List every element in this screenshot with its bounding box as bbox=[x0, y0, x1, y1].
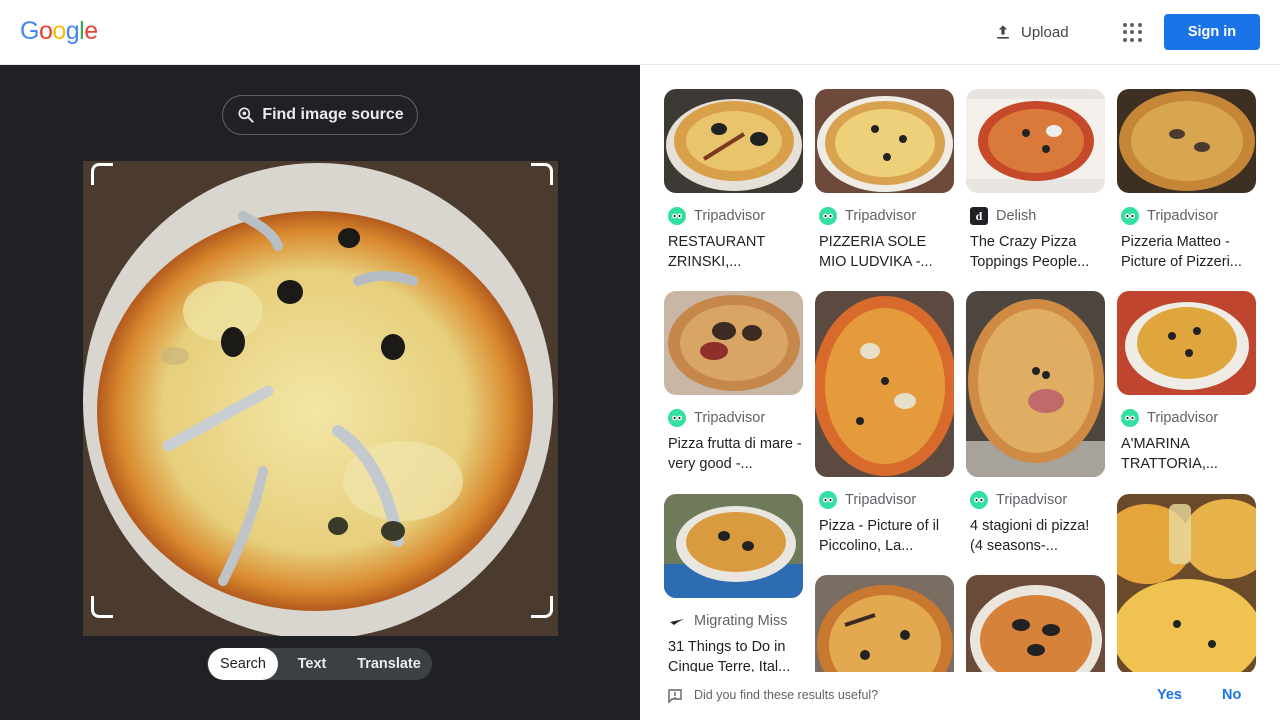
google-logo[interactable]: Google bbox=[20, 17, 98, 46]
result-source[interactable]: Migrating Miss bbox=[664, 612, 803, 630]
tripadvisor-icon bbox=[668, 207, 686, 225]
result-title[interactable]: Pizza frutta di mare - very good -... bbox=[664, 434, 803, 474]
query-image[interactable] bbox=[83, 161, 558, 636]
pizza-photo bbox=[83, 161, 558, 636]
result-source[interactable]: Tripadvisor bbox=[815, 491, 954, 509]
result-thumbnail[interactable] bbox=[815, 291, 954, 477]
result-source[interactable]: Tripadvisor bbox=[1117, 409, 1256, 427]
result-source-name: Tripadvisor bbox=[996, 492, 1068, 508]
result-thumbnail[interactable] bbox=[664, 291, 803, 395]
tripadvisor-icon bbox=[970, 491, 988, 509]
result-thumbnail[interactable] bbox=[966, 291, 1105, 477]
sign-in-button[interactable]: Sign in bbox=[1164, 14, 1260, 50]
feedback-icon bbox=[668, 689, 682, 704]
result-source[interactable]: Tripadvisor bbox=[815, 207, 954, 225]
result-card[interactable]: Tripadvisor A'MARINA TRATTORIA,... bbox=[1117, 291, 1256, 474]
result-source-name: Migrating Miss bbox=[694, 613, 788, 629]
find-image-source-label: Find image source bbox=[262, 106, 404, 123]
result-title[interactable]: Pizzeria Matteo - Picture of Pizzeri... bbox=[1117, 232, 1256, 272]
result-source-name: Delish bbox=[996, 208, 1037, 224]
result-card[interactable]: Tripadvisor PIZZERIA SOLE MIO LUDVIKA -.… bbox=[815, 89, 954, 272]
feedback-question: Did you find these results useful? bbox=[694, 688, 879, 702]
find-image-source-button[interactable]: Find image source bbox=[222, 95, 418, 135]
result-title[interactable]: Pizza - Picture of il Piccolino, La... bbox=[815, 516, 954, 556]
result-source[interactable]: Tripadvisor bbox=[664, 207, 803, 225]
result-card[interactable]: d Delish The Crazy Pizza Toppings People… bbox=[966, 89, 1105, 272]
result-thumbnail[interactable] bbox=[966, 575, 1105, 685]
logo-letter: o bbox=[52, 17, 66, 45]
result-source-name: Tripadvisor bbox=[694, 208, 766, 224]
result-source[interactable]: Tripadvisor bbox=[966, 491, 1105, 509]
result-source[interactable]: Tripadvisor bbox=[664, 409, 803, 427]
logo-letter: o bbox=[38, 17, 53, 45]
result-title[interactable]: PIZZERIA SOLE MIO LUDVIKA -... bbox=[815, 232, 954, 272]
upload-label: Upload bbox=[1021, 23, 1069, 41]
result-thumbnail[interactable] bbox=[815, 89, 954, 193]
result-source-name: Tripadvisor bbox=[845, 492, 917, 508]
tripadvisor-icon bbox=[1121, 409, 1139, 427]
crop-handle-bottom-left[interactable] bbox=[91, 596, 113, 618]
result-title[interactable]: RESTAURANT ZRINSKI,... bbox=[664, 232, 803, 272]
result-card[interactable] bbox=[1117, 494, 1256, 674]
crop-handle-bottom-right[interactable] bbox=[531, 596, 553, 618]
result-thumbnail[interactable] bbox=[1117, 89, 1256, 193]
crop-handle-top-right[interactable] bbox=[531, 163, 553, 185]
result-card[interactable] bbox=[966, 575, 1105, 685]
tripadvisor-icon bbox=[668, 409, 686, 427]
feedback-no-button[interactable]: No bbox=[1222, 687, 1241, 703]
result-thumbnail[interactable] bbox=[1117, 494, 1256, 674]
tripadvisor-icon bbox=[1121, 207, 1139, 225]
feedback-yes-button[interactable]: Yes bbox=[1157, 687, 1182, 703]
result-thumbnail[interactable] bbox=[1117, 291, 1256, 395]
tab-search[interactable]: Search bbox=[208, 648, 278, 680]
logo-letter: g bbox=[65, 17, 80, 45]
tripadvisor-icon bbox=[819, 207, 837, 225]
migrating-miss-icon bbox=[668, 612, 686, 630]
apps-grid-icon[interactable] bbox=[1118, 18, 1146, 46]
result-source-name: Tripadvisor bbox=[845, 208, 917, 224]
result-title[interactable]: 4 stagioni di pizza! (4 seasons-... bbox=[966, 516, 1105, 556]
result-thumbnail[interactable] bbox=[664, 494, 803, 598]
tripadvisor-icon bbox=[819, 491, 837, 509]
upload-icon bbox=[997, 25, 1009, 39]
result-source-name: Tripadvisor bbox=[1147, 208, 1219, 224]
result-title[interactable]: The Crazy Pizza Toppings People... bbox=[966, 232, 1105, 272]
lens-search-icon bbox=[238, 107, 254, 123]
result-card[interactable]: Tripadvisor Pizza frutta di mare - very … bbox=[664, 291, 803, 474]
lens-mode-tabs: Search Text Translate bbox=[207, 648, 432, 680]
result-source[interactable]: Tripadvisor bbox=[1117, 207, 1256, 225]
upload-button[interactable]: Upload bbox=[985, 16, 1077, 48]
result-thumbnail[interactable] bbox=[966, 89, 1105, 193]
result-title[interactable]: A'MARINA TRATTORIA,... bbox=[1117, 434, 1256, 474]
result-card[interactable] bbox=[815, 575, 954, 685]
result-source-name: Tripadvisor bbox=[1147, 410, 1219, 426]
feedback-bar: Did you find these results useful? Yes N… bbox=[640, 672, 1280, 720]
result-title[interactable]: 31 Things to Do in Cinque Terre, Ital... bbox=[664, 637, 803, 677]
result-source[interactable]: d Delish bbox=[966, 207, 1105, 225]
result-card[interactable]: Migrating Miss 31 Things to Do in Cinque… bbox=[664, 494, 803, 677]
result-thumbnail[interactable] bbox=[815, 575, 954, 685]
top-bar: Google Upload Sign in bbox=[0, 0, 1280, 65]
logo-letter: e bbox=[84, 17, 98, 45]
crop-handle-top-left[interactable] bbox=[91, 163, 113, 185]
result-card[interactable]: Tripadvisor Pizzeria Matteo - Picture of… bbox=[1117, 89, 1256, 272]
logo-letter: G bbox=[20, 17, 39, 45]
delish-icon: d bbox=[970, 207, 988, 225]
tab-translate[interactable]: Translate bbox=[346, 648, 432, 680]
result-thumbnail[interactable] bbox=[664, 89, 803, 193]
visual-matches-panel: Tripadvisor RESTAURANT ZRINSKI,... Tripa… bbox=[640, 65, 1280, 720]
result-card[interactable]: Tripadvisor Pizza - Picture of il Piccol… bbox=[815, 291, 954, 556]
result-source-name: Tripadvisor bbox=[694, 410, 766, 426]
result-card[interactable]: Tripadvisor 4 stagioni di pizza! (4 seas… bbox=[966, 291, 1105, 556]
tab-text[interactable]: Text bbox=[278, 648, 346, 680]
result-card[interactable]: Tripadvisor RESTAURANT ZRINSKI,... bbox=[664, 89, 803, 272]
